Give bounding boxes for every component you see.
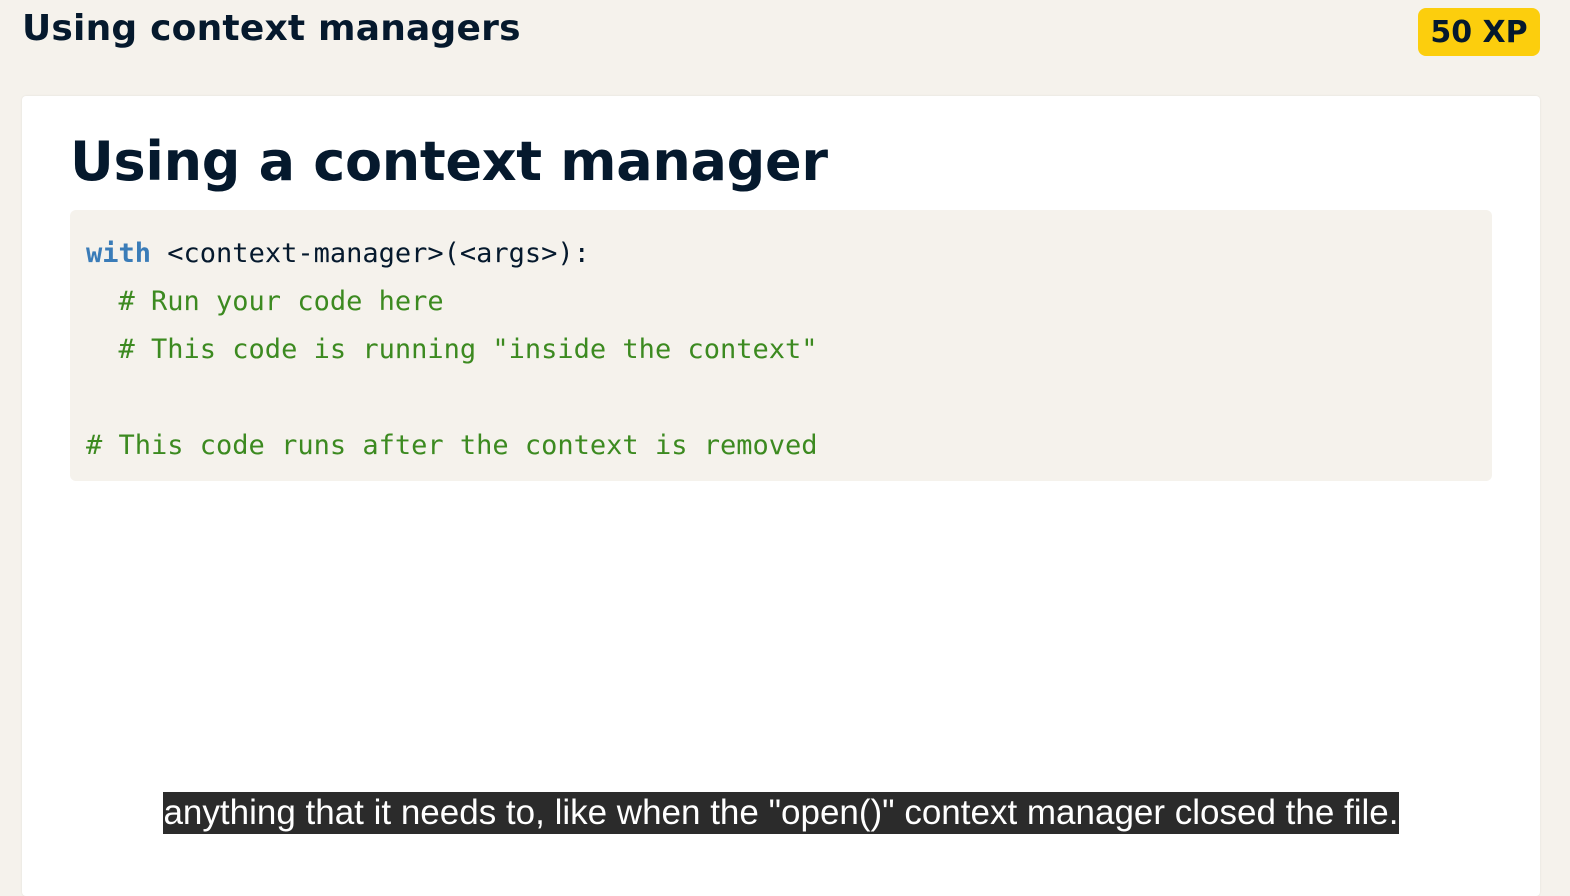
- code-comment-line: # Run your code here: [86, 286, 444, 317]
- code-keyword: with: [86, 238, 152, 269]
- video-subtitle: anything that it needs to, like when the…: [152, 792, 1410, 834]
- xp-badge: 50 XP: [1418, 8, 1540, 56]
- code-line-with: with <context-manager>(<args>):: [86, 230, 1476, 278]
- code-comment-line: # This code is running "inside the conte…: [86, 334, 818, 365]
- slide-title: Using a context manager: [70, 130, 828, 193]
- exercise-title: Using context managers: [22, 8, 521, 49]
- code-comment-line: # This code runs after the context is re…: [86, 430, 818, 461]
- video-slide[interactable]: Using a context manager with <context-ma…: [22, 96, 1540, 896]
- code-block: with <context-manager>(<args>): # Run yo…: [70, 210, 1492, 481]
- code-text: <context-manager>(<args>):: [151, 238, 590, 269]
- exercise-header: Using context managers 50 XP: [0, 0, 1570, 80]
- subtitle-text: anything that it needs to, like when the…: [163, 792, 1399, 834]
